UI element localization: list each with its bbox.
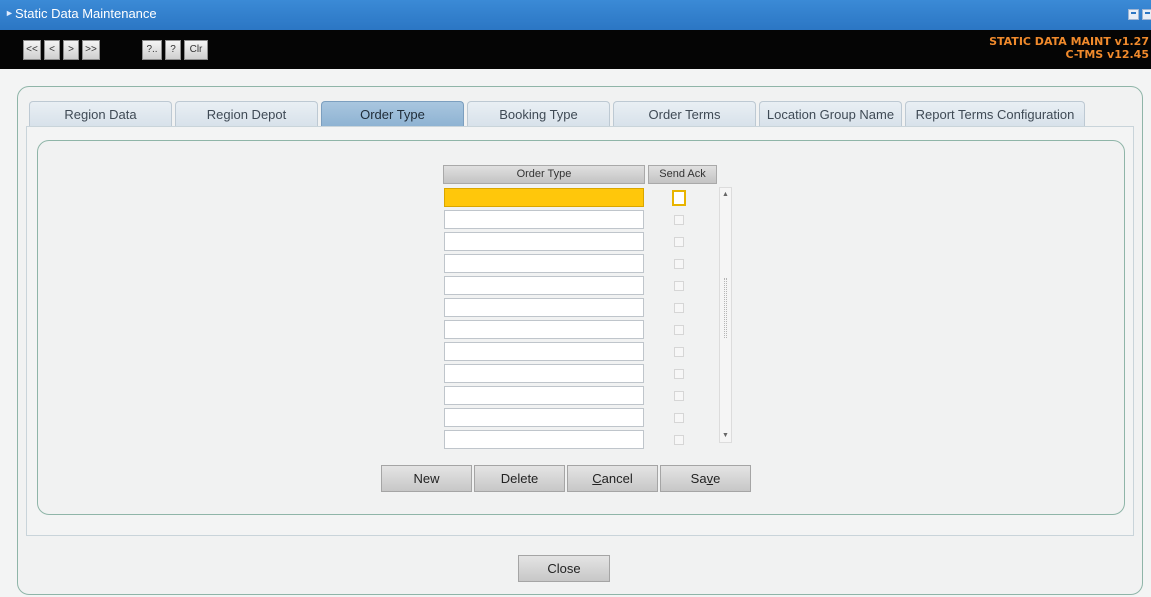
- next-record-button[interactable]: >: [63, 40, 79, 60]
- scroll-down-icon[interactable]: ▼: [720, 430, 731, 442]
- order-type-cell[interactable]: [444, 298, 644, 317]
- send-ack-checkbox[interactable]: [674, 391, 684, 401]
- send-ack-checkbox[interactable]: [674, 369, 684, 379]
- static-data-maintenance-window: ► Static Data Maintenance << < > >> ?.. …: [0, 0, 1151, 597]
- previous-record-button[interactable]: <: [44, 40, 60, 60]
- minimize-icon[interactable]: [1128, 9, 1139, 20]
- send-ack-checkbox[interactable]: [674, 347, 684, 357]
- tab-region-data[interactable]: Region Data: [29, 101, 172, 127]
- version-info: STATIC DATA MAINT v1.27 C-TMS v12.45: [989, 35, 1149, 61]
- save-button-prefix: Sa: [690, 471, 707, 486]
- cancel-button-rest: ancel: [601, 471, 633, 486]
- version-line-1: STATIC DATA MAINT v1.27: [989, 35, 1149, 48]
- window-title: Static Data Maintenance: [15, 6, 157, 21]
- tab-location-group-name[interactable]: Location Group Name: [759, 101, 902, 127]
- cancel-button[interactable]: Cancel: [567, 465, 658, 492]
- send-ack-checkbox[interactable]: [674, 215, 684, 225]
- list-of-values-button[interactable]: ?..: [142, 40, 162, 60]
- order-type-cell[interactable]: [444, 430, 644, 449]
- last-record-button[interactable]: >>: [82, 40, 100, 60]
- send-ack-checkbox[interactable]: [674, 325, 684, 335]
- toolbar: << < > >> ?.. ? Clr STATIC DATA MAINT v1…: [0, 30, 1151, 69]
- send-ack-checkbox[interactable]: [674, 237, 684, 247]
- save-button-rest: e: [713, 471, 721, 486]
- close-button[interactable]: Close: [518, 555, 610, 582]
- order-type-cell[interactable]: [444, 254, 644, 273]
- send-ack-checkbox[interactable]: [674, 303, 684, 313]
- maximize-icon[interactable]: [1142, 9, 1151, 20]
- help-button[interactable]: ?: [165, 40, 181, 60]
- first-record-button[interactable]: <<: [23, 40, 41, 60]
- send-ack-checkbox[interactable]: [672, 190, 686, 206]
- tab-report-terms-configuration[interactable]: Report Terms Configuration: [905, 101, 1085, 127]
- order-type-cell[interactable]: [444, 408, 644, 427]
- tab-booking-type[interactable]: Booking Type: [467, 101, 610, 127]
- new-button[interactable]: New: [381, 465, 472, 492]
- cancel-button-mnemonic: C: [592, 471, 602, 486]
- tab-order-type[interactable]: Order Type: [321, 101, 464, 127]
- version-line-2: C-TMS v12.45: [1065, 48, 1149, 61]
- order-type-cell[interactable]: [444, 276, 644, 295]
- tab-region-depot[interactable]: Region Depot: [175, 101, 318, 127]
- scroll-thumb[interactable]: [724, 278, 727, 338]
- send-ack-checkbox[interactable]: [674, 259, 684, 269]
- order-type-cell[interactable]: [444, 188, 644, 207]
- save-button[interactable]: Save: [660, 465, 751, 492]
- order-type-cell[interactable]: [444, 232, 644, 251]
- title-bar: ► Static Data Maintenance: [0, 0, 1151, 30]
- order-type-cell[interactable]: [444, 342, 644, 361]
- grid-scrollbar[interactable]: ▲ ▼: [719, 187, 732, 443]
- order-type-cell[interactable]: [444, 364, 644, 383]
- order-type-column-header: Order Type: [443, 165, 645, 184]
- order-type-cell[interactable]: [444, 210, 644, 229]
- tab-order-terms[interactable]: Order Terms: [613, 101, 756, 127]
- tab-bar: Region Data Region Depot Order Type Book…: [29, 101, 1089, 127]
- window-menu-icon[interactable]: ►: [5, 8, 14, 18]
- scroll-up-icon[interactable]: ▲: [720, 189, 731, 201]
- order-type-cell[interactable]: [444, 320, 644, 339]
- order-type-cell[interactable]: [444, 386, 644, 405]
- send-ack-checkbox[interactable]: [674, 281, 684, 291]
- send-ack-checkbox[interactable]: [674, 413, 684, 423]
- send-ack-checkbox[interactable]: [674, 435, 684, 445]
- send-ack-column-header: Send Ack: [648, 165, 717, 184]
- delete-button[interactable]: Delete: [474, 465, 565, 492]
- clear-button[interactable]: Clr: [184, 40, 208, 60]
